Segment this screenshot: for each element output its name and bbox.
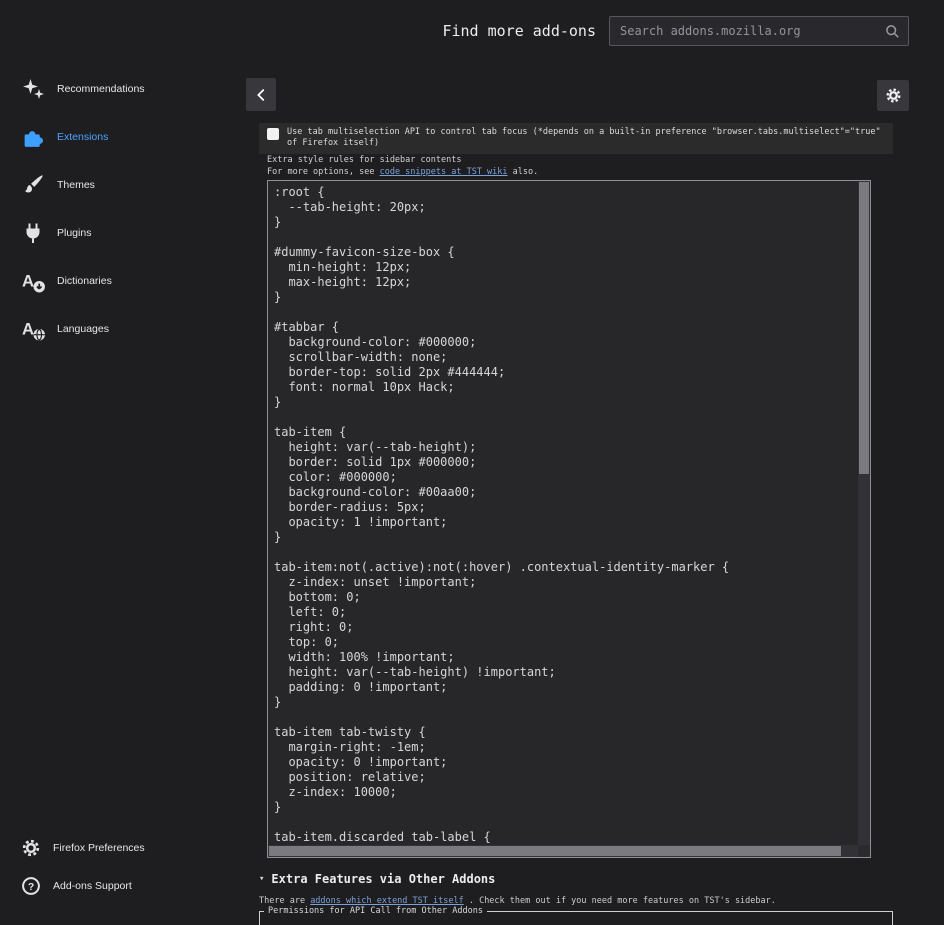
sidebar-item-recommendations[interactable]: Recommendations — [0, 65, 246, 113]
addons-search-box — [609, 16, 909, 46]
back-button[interactable] — [246, 78, 276, 111]
sidebar-item-label: Themes — [57, 179, 95, 191]
addons-manager-window: Find more add-ons Recommendations — [0, 0, 944, 925]
extra-features-section-header[interactable]: ▾ Extra Features via Other Addons — [259, 872, 495, 886]
sidebar-item-extensions[interactable]: Extensions — [0, 113, 246, 161]
paintbrush-icon — [20, 172, 46, 198]
plug-icon — [20, 220, 46, 246]
sidebar-item-firefox-preferences[interactable]: Firefox Preferences — [0, 829, 246, 867]
more-options-prefix: For more options, see — [267, 167, 380, 177]
sparkle-icon — [20, 76, 46, 102]
sidebar-item-label: Extensions — [57, 131, 109, 143]
sidebar-item-label: Recommendations — [57, 83, 145, 95]
gear-icon — [20, 837, 42, 859]
help-icon: ? — [20, 875, 42, 897]
sidebar-item-themes[interactable]: Themes — [0, 161, 246, 209]
sidebar-item-dictionaries[interactable]: A Dictionaries — [0, 257, 246, 305]
extension-options-gear-button[interactable] — [877, 80, 909, 111]
sidebar-item-label: Add-ons Support — [53, 880, 132, 892]
search-input[interactable] — [610, 17, 908, 45]
chevron-left-icon — [257, 88, 265, 101]
tst-wiki-link[interactable]: code snippets at TST wiki — [380, 167, 508, 177]
permissions-legend: Permissions for API Call from Other Addo… — [268, 906, 483, 916]
sidebar-item-plugins[interactable]: Plugins — [0, 209, 246, 257]
svg-text:?: ? — [28, 882, 34, 893]
sidebar-footer: Firefox Preferences ? Add-ons Support — [0, 829, 246, 905]
multiselect-option-row: Use tab multiselection API to control ta… — [259, 123, 893, 154]
sidebar-item-label: Firefox Preferences — [53, 842, 145, 854]
category-sidebar: Recommendations Extensions Themes Plugin… — [0, 65, 246, 353]
multiselect-checkbox[interactable] — [267, 128, 279, 140]
permissions-fieldset: Permissions for API Call from Other Addo… — [259, 906, 893, 925]
horizontal-scrollbar-thumb[interactable] — [269, 846, 842, 856]
disclosure-triangle-icon: ▾ — [259, 874, 265, 884]
vertical-scrollbar[interactable] — [858, 181, 870, 845]
find-more-addons-label: Find more add-ons — [442, 22, 596, 40]
more-options-suffix: also. — [507, 167, 539, 177]
extend-tst-link[interactable]: addons which extend TST itself — [310, 896, 464, 906]
dictionary-icon: A — [20, 268, 46, 294]
vertical-scrollbar-thumb[interactable] — [859, 182, 869, 475]
sidebar-item-label: Plugins — [57, 227, 92, 239]
sidebar-item-addons-support[interactable]: ? Add-ons Support — [0, 867, 246, 905]
gear-icon — [885, 88, 901, 103]
extra-features-suffix: . Check them out if you need more featur… — [463, 896, 776, 906]
sidebar-item-label: Languages — [57, 323, 109, 335]
more-options-line: For more options, see code snippets at T… — [267, 167, 538, 177]
svg-text:A: A — [22, 271, 34, 290]
svg-text:A: A — [22, 319, 34, 338]
style-rules-editor: :root { --tab-height: 20px; } #dummy-fav… — [267, 180, 871, 858]
puzzle-icon — [20, 124, 46, 150]
multiselect-checkbox-label: Use tab multiselection API to control ta… — [287, 127, 881, 148]
css-code-textarea[interactable]: :root { --tab-height: 20px; } #dummy-fav… — [268, 181, 870, 857]
search-icon — [886, 25, 899, 38]
language-icon: A — [20, 316, 46, 342]
horizontal-scrollbar[interactable] — [268, 845, 858, 857]
scrollbar-corner — [858, 845, 870, 857]
extra-features-heading: Extra Features via Other Addons — [271, 872, 496, 886]
style-rules-label: Extra style rules for sidebar contents — [267, 155, 462, 165]
extra-features-prefix: There are — [259, 896, 311, 906]
sidebar-item-label: Dictionaries — [57, 275, 112, 287]
sidebar-item-languages[interactable]: A Languages — [0, 305, 246, 353]
extra-features-description: There are addons which extend TST itself… — [259, 896, 776, 906]
